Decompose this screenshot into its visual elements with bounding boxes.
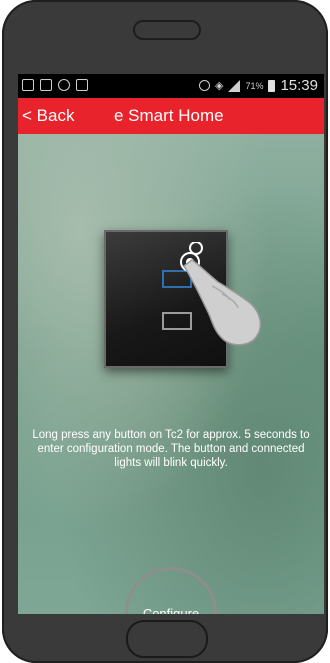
alarm-icon (198, 80, 210, 91)
instruction-text: Long press any button on Tc2 for approx.… (32, 429, 310, 469)
configure-button[interactable]: Configure (125, 567, 217, 614)
phone-speaker (133, 20, 201, 40)
notification-icons (22, 79, 88, 91)
clipboard-icon (76, 79, 88, 91)
configure-label: Configure (142, 605, 200, 615)
app-bar: < Back e Smart Home (18, 98, 324, 134)
background-image: Long press any button on Tc2 for approx.… (18, 134, 324, 614)
clock: 15:39 (280, 77, 318, 94)
system-icons: ◈ 71% 15:39 (198, 77, 318, 94)
battery-percent: 71% (245, 80, 264, 91)
notification-app-icon (22, 79, 34, 91)
back-button[interactable]: < Back (22, 106, 74, 126)
image-icon (40, 79, 52, 91)
hand-pointer-icon (180, 242, 262, 346)
page-title: e Smart Home (114, 106, 224, 125)
battery-icon (268, 79, 276, 92)
home-button[interactable] (126, 620, 208, 658)
screen: ◈ 71% 15:39 < Back e Smart Home Long pre… (18, 74, 324, 614)
status-bar: ◈ 71% 15:39 (18, 74, 324, 98)
signal-icon (228, 79, 241, 92)
sync-icon (58, 79, 70, 91)
wifi-icon: ◈ (214, 80, 224, 92)
phone-frame: ◈ 71% 15:39 < Back e Smart Home Long pre… (2, 0, 328, 663)
